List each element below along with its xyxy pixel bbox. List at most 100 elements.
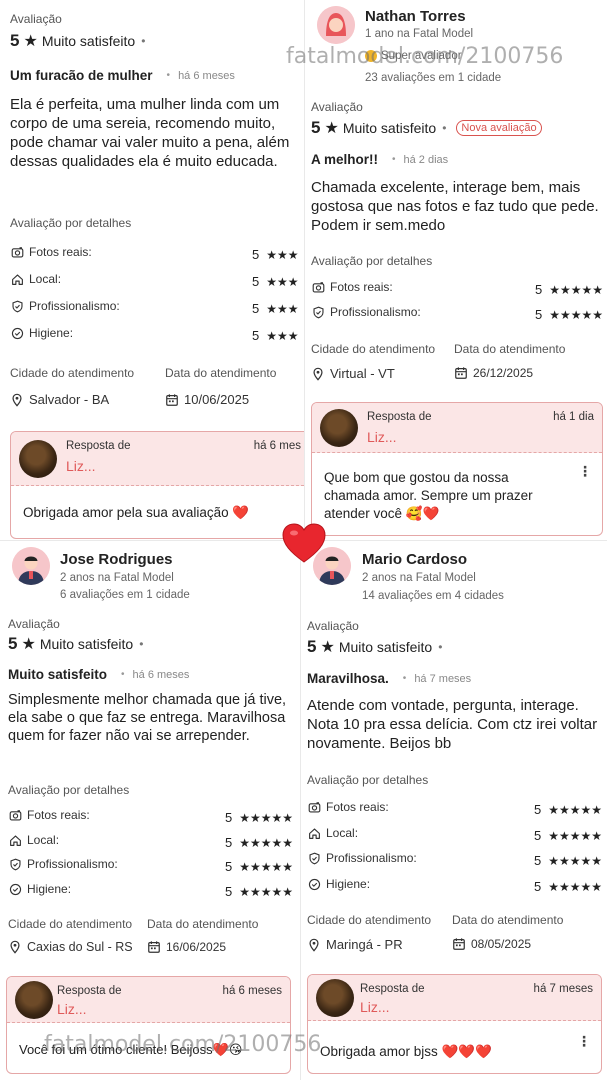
date-label: Data do atendimento	[452, 913, 564, 927]
detail-score: 5 ★★★★★	[225, 859, 293, 874]
detail-score: 5 ★★★	[252, 328, 299, 343]
city-value: Salvador - BA	[10, 392, 109, 407]
review-title: Um furacão de mulher	[10, 68, 153, 83]
dot-separator: •	[402, 673, 407, 684]
detail-photos: Fotos reais:	[10, 245, 92, 259]
score-value: 5	[252, 301, 260, 316]
review-card-2: Nathan Torres 1 ano na Fatal Model Super…	[305, 0, 607, 540]
response-label: Resposta de	[66, 440, 131, 452]
detail-pro: Profissionalismo:	[307, 851, 417, 865]
rating-satisfaction: Muito satisfeito	[342, 120, 437, 136]
user-name[interactable]: Nathan Torres	[365, 8, 466, 25]
avatar	[19, 440, 57, 478]
stars: ★★★	[266, 328, 299, 343]
city-value: Virtual - VT	[311, 366, 395, 381]
responder-name[interactable]: Liz...	[66, 458, 96, 474]
responder-name[interactable]: Liz...	[57, 1001, 87, 1017]
review-card-1: Avaliação 5 ★ Muito satisfeito • Um fura…	[0, 0, 304, 540]
detail-score: 5 ★★★	[252, 274, 299, 289]
shield-check-icon	[10, 299, 24, 313]
review-age: há 7 meses	[414, 672, 472, 685]
date-label: Data do atendimento	[165, 366, 277, 380]
eval-label: Avaliação	[8, 617, 60, 631]
stars: ★★★★★	[239, 835, 294, 850]
score-value: 5	[535, 282, 543, 297]
user-name[interactable]: Mario Cardoso	[362, 551, 467, 568]
date-label: Data do atendimento	[147, 917, 259, 931]
review-title-line: A melhor!! • há 2 dias	[311, 152, 448, 167]
responder-name[interactable]: Liz...	[367, 429, 397, 445]
dot-separator: •	[139, 637, 144, 651]
shield-check-icon	[307, 851, 321, 865]
stars: ★★★	[266, 274, 299, 289]
calendar-icon	[148, 941, 160, 953]
user-since: 2 anos na Fatal Model	[60, 572, 174, 584]
rating-summary: 5 ★ Muito satisfeito •	[8, 634, 143, 654]
location-pin-icon	[313, 367, 323, 381]
date-text: 08/05/2025	[471, 937, 532, 951]
stars: ★★★★★	[548, 853, 603, 868]
star-icon: ★	[324, 120, 339, 137]
stars: ★★★★★	[239, 884, 294, 899]
review-body: Simplesmente melhor chamada que já tive,…	[8, 692, 287, 744]
response-box: Resposta de Liz... há 1 dia ⋮ Que bom qu…	[311, 402, 603, 536]
detail-label: Higiene:	[326, 877, 371, 891]
review-age: há 6 meses	[132, 668, 190, 681]
review-title-line: Muito satisfeito • há 6 meses	[8, 667, 189, 682]
eval-label: Avaliação	[10, 12, 62, 26]
city-label: Cidade do atendimento	[10, 366, 135, 380]
response-age: há 6 meses	[222, 985, 282, 997]
city-label: Cidade do atendimento	[311, 342, 436, 356]
response-header: Resposta de Liz... há 1 dia	[312, 403, 602, 453]
score-value: 5	[252, 328, 260, 343]
detail-label: Local:	[29, 272, 62, 286]
stars: ★★★★★	[548, 802, 603, 817]
city-value: Maringá - PR	[307, 937, 403, 952]
city-text: Virtual - VT	[330, 366, 395, 381]
user-name[interactable]: Jose Rodrigues	[60, 551, 173, 568]
response-message: Obrigada amor pela sua avaliação ❤️	[23, 505, 250, 520]
more-options-icon[interactable]: ⋮	[577, 1033, 591, 1050]
review-body: Chamada excelente, interage bem, mais go…	[311, 179, 599, 234]
review-title: Muito satisfeito	[8, 667, 108, 682]
rating-satisfaction: Muito satisfeito	[39, 636, 134, 652]
stars: ★★★★★	[549, 307, 604, 322]
city-label: Cidade do atendimento	[307, 913, 432, 927]
heart-icon	[282, 523, 326, 563]
date-value: 10/06/2025	[165, 392, 249, 407]
detail-label: Profissionalismo:	[27, 857, 118, 871]
camera-icon	[10, 245, 24, 259]
detail-label: Fotos reais:	[29, 245, 92, 259]
city-text: Maringá - PR	[326, 937, 403, 952]
calendar-icon	[455, 367, 467, 379]
review-title: Maravilhosa.	[307, 671, 389, 686]
responder-name[interactable]: Liz...	[360, 999, 390, 1015]
detail-local: Local:	[8, 833, 59, 847]
detail-photos: Fotos reais:	[8, 808, 90, 822]
avatar	[316, 979, 354, 1017]
details-label: Avaliação por detalhes	[10, 216, 132, 230]
location-pin-icon	[309, 938, 319, 952]
date-label: Data do atendimento	[454, 342, 566, 356]
score-value: 5	[534, 853, 542, 868]
score-value: 5	[225, 835, 233, 850]
detail-hygiene: Higiene:	[8, 882, 71, 896]
detail-photos: Fotos reais:	[311, 280, 393, 294]
dot-separator: •	[392, 154, 396, 165]
score-value: 5	[225, 884, 233, 899]
date-text: 10/06/2025	[184, 392, 250, 407]
check-circle-icon	[8, 882, 22, 896]
detail-label: Fotos reais:	[326, 800, 389, 814]
detail-label: Profissionalismo:	[326, 851, 417, 865]
rating-score: 5	[307, 637, 317, 656]
dot-separator: •	[166, 70, 171, 81]
review-card-3: Jose Rodrigues 2 anos na Fatal Model 6 a…	[0, 541, 300, 1080]
more-options-icon[interactable]: ⋮	[578, 463, 592, 480]
detail-label: Local:	[27, 833, 60, 847]
detail-label: Local:	[326, 826, 359, 840]
city-text: Salvador - BA	[29, 392, 110, 407]
detail-score: 5 ★★★	[252, 301, 299, 316]
stars: ★★★★★	[549, 282, 604, 297]
detail-label: Higiene:	[29, 326, 74, 340]
review-age: há 2 dias	[403, 153, 449, 166]
